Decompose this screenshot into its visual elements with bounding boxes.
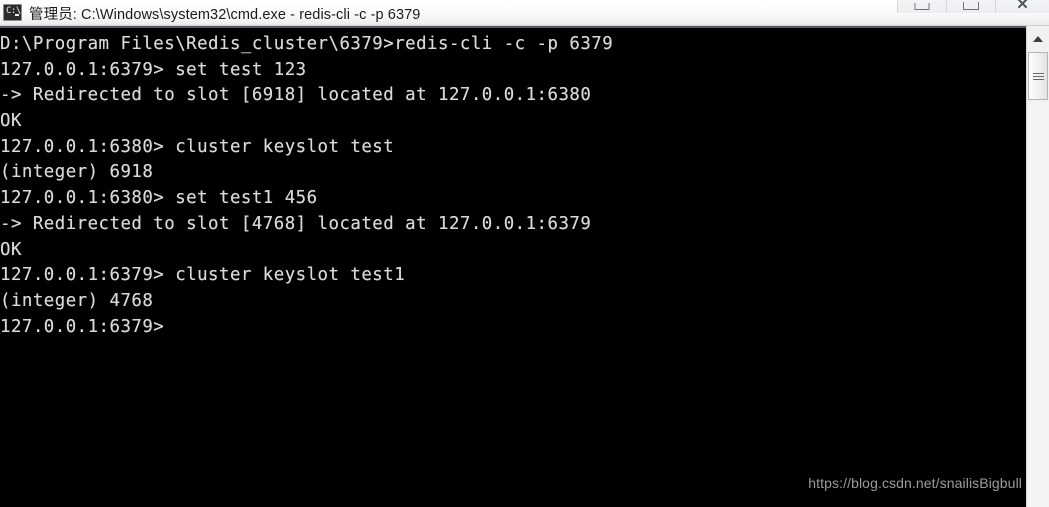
terminal-line: 127.0.0.1:6380> cluster keyslot test	[0, 136, 395, 157]
terminal-line: (integer) 4768	[0, 290, 154, 311]
terminal-line: -> Redirected to slot [4768] located at …	[0, 213, 592, 234]
grip-icon	[1032, 71, 1044, 82]
console-body[interactable]: D:\Program Files\Redis_cluster\6379>redi…	[0, 26, 1049, 507]
terminal-line: 127.0.0.1:6379> cluster keyslot test1	[0, 265, 406, 286]
terminal-output[interactable]: D:\Program Files\Redis_cluster\6379>redi…	[0, 28, 1020, 507]
maximize-icon	[963, 2, 979, 10]
close-button[interactable]: ✕	[995, 0, 1049, 13]
terminal-line: 127.0.0.1:6379> set test 123	[0, 59, 307, 80]
terminal-line: OK	[0, 239, 22, 260]
scroll-up-arrow-icon[interactable]	[1027, 28, 1049, 50]
terminal-line: (integer) 6918	[0, 162, 154, 183]
cmd-window: C:\ 管理员: C:\Windows\system32\cmd.exe - r…	[0, 0, 1049, 507]
cmd-console-icon: C:\	[3, 4, 22, 21]
title-bar[interactable]: C:\ 管理员: C:\Windows\system32\cmd.exe - r…	[0, 0, 1049, 26]
terminal-line: OK	[0, 111, 22, 132]
triangle-up-icon	[1033, 36, 1043, 42]
terminal-line: 127.0.0.1:6380> set test1 456	[0, 188, 318, 209]
terminal-line: D:\Program Files\Redis_cluster\6379>redi…	[0, 34, 614, 54]
scrollbar-thumb[interactable]	[1028, 52, 1048, 100]
watermark-text: https://blog.csdn.net/snailisBigbull	[808, 475, 1022, 491]
minimize-button[interactable]	[897, 0, 946, 13]
window-title: 管理员: C:\Windows\system32\cmd.exe - redis…	[29, 6, 421, 23]
cmd-icon-cursor	[15, 14, 19, 16]
scrollbar-track[interactable]	[1027, 102, 1049, 507]
minimize-icon	[914, 3, 930, 10]
window-controls: ✕	[897, 0, 1049, 13]
terminal-line: 127.0.0.1:6379>	[0, 316, 165, 337]
close-icon: ✕	[1016, 0, 1029, 13]
terminal-line: -> Redirected to slot [6918] located at …	[0, 85, 592, 106]
maximize-button[interactable]	[946, 0, 995, 13]
vertical-scrollbar[interactable]	[1026, 26, 1049, 507]
